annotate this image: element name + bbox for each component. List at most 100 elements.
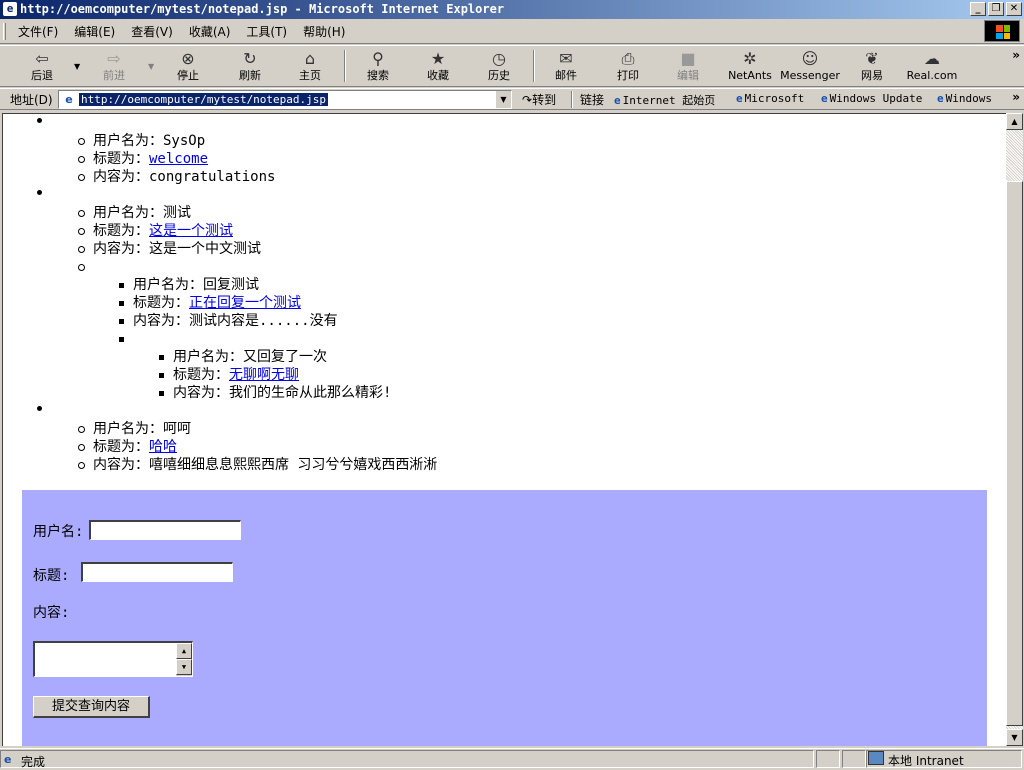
real-bubble-icon: ☁ [924,49,940,68]
home-button[interactable]: ⌂ 主页 [288,47,332,85]
stop-icon: ⊗ [181,49,195,68]
home-icon: ⌂ [304,49,316,68]
toolbar-separator [533,50,535,82]
print-button[interactable]: ⎙ 打印 [606,47,650,85]
link-windows[interactable]: e Windows [937,92,992,105]
post-content: 内容为：congratulations [75,168,993,186]
go-button[interactable]: ↷转到 [522,91,556,108]
netants-button[interactable]: ✲ NetAnts [724,47,776,85]
netease-button[interactable]: ❦ 网易 [850,47,894,85]
ie-link-icon: e [821,92,828,105]
reply-content: 内容为：测试内容是......没有 [115,312,993,330]
links-separator [571,91,573,108]
status-bar: e 完成 本地 Intranet [0,748,1024,769]
close-button[interactable]: ✕ [1006,2,1022,16]
username-input[interactable] [89,520,241,540]
post-list: 用户名为：SysOp 标题为：welcome 内容为：congratulatio… [3,114,993,474]
content-textarea[interactable]: ▲ ▼ [33,641,193,677]
post-form: 用户名: 标题: 内容: ▲ ▼ 提交查询内容 [22,490,987,746]
link-microsoft[interactable]: e Microsoft [736,92,804,105]
status-main: e 完成 [0,750,814,769]
reply-title: 标题为：正在回复一个测试 [115,294,993,312]
disc-bullet [37,118,42,123]
menu-view[interactable]: 查看(V) [123,23,181,40]
menu-file[interactable]: 文件(F) [10,23,66,40]
post-title: 标题为：哈哈 [75,438,993,456]
disc-bullet [37,406,42,411]
menu-help[interactable]: 帮助(H) [295,23,353,40]
menu-tools[interactable]: 工具(T) [238,23,295,40]
search-button[interactable]: ⚲ 搜索 [356,47,400,85]
windows-logo [984,20,1020,42]
real-button[interactable]: ☁ Real.com [904,47,960,85]
post-item: 用户名为：呵呵 标题为：哈哈 内容为：嘻嘻细细息息熙熙西席 习习兮兮嬉戏西西淅淅 [3,402,993,474]
post-title-link[interactable]: welcome [149,151,208,167]
stop-button[interactable]: ⊗ 停止 [166,47,210,85]
nested-reply-title: 标题为：无聊啊无聊 [155,366,993,384]
forward-dropdown-icon[interactable]: ▼ [148,62,154,71]
textarea-scrollbar[interactable]: ▲ ▼ [176,643,192,676]
ie-link-icon: e [937,92,944,105]
window-title-bar[interactable]: e http://oemcomputer/mytest/notepad.jsp … [0,0,1024,19]
nested-reply-content: 内容为：我们的生命从此那么精彩! [155,384,993,402]
address-input[interactable]: e http://oemcomputer/mytest/notepad.jsp … [58,90,512,109]
messenger-button[interactable]: ☺ Messenger [780,47,840,85]
go-arrow-icon: ↷ [522,93,533,107]
edit-button[interactable]: ■ 编辑 [666,47,710,85]
post-user: 用户名为：测试 [75,204,993,222]
link-internet-start[interactable]: e Internet 起始页 [614,92,715,108]
address-url[interactable]: http://oemcomputer/mytest/notepad.jsp [79,93,329,106]
menu-grip [3,23,6,40]
history-button[interactable]: ◷ 历史 [477,47,521,85]
scroll-up-arrow-icon[interactable]: ▲ [176,643,192,659]
page-scrollbar[interactable]: ▲ ▼ [1006,113,1023,746]
netease-icon: ❦ [865,49,879,68]
title-input[interactable] [81,562,233,582]
back-arrow-icon: ⇦ [35,49,49,68]
post-title: 标题为：welcome [75,150,993,168]
reply-title-link[interactable]: 正在回复一个测试 [189,295,301,311]
back-button[interactable]: ⇦ 后退 [20,47,64,85]
minimize-button[interactable]: _ [970,2,986,16]
scroll-down-arrow-icon[interactable]: ▼ [176,659,192,675]
favorites-folder-icon: ★ [430,49,446,68]
ie-link-icon: e [736,92,743,105]
forward-button[interactable]: ⇨ 前进 [92,47,136,85]
edit-icon: ■ [680,49,696,68]
reply-user: 用户名为：回复测试 [115,276,993,294]
favorites-button[interactable]: ★ 收藏 [416,47,460,85]
mail-button[interactable]: ✉ 邮件 [544,47,588,85]
printer-icon: ⎙ [621,49,635,68]
scroll-down-arrow-icon[interactable]: ▼ [1006,729,1023,746]
links-more-chevron-icon[interactable]: » [1012,90,1020,104]
link-windows-update[interactable]: e Windows Update [821,92,922,105]
menu-favorites[interactable]: 收藏(A) [181,23,239,40]
post-content: 内容为：嘻嘻细细息息熙熙西席 习习兮兮嬉戏西西淅淅 [75,456,993,474]
page-content: 用户名为：SysOp 标题为：welcome 内容为：congratulatio… [2,113,1006,746]
address-dropdown-icon[interactable]: ▼ [495,91,511,108]
toolbar-separator [344,50,346,82]
mail-icon: ✉ [559,49,573,68]
links-label[interactable]: 链接 [580,91,604,108]
security-zone-text: 本地 Intranet [888,754,964,768]
refresh-button[interactable]: ↻ 刷新 [228,47,272,85]
reply-item: 用户名为：回复测试 标题为：正在回复一个测试 内容为：测试内容是......没有… [75,258,993,402]
post-content: 内容为：这是一个中文测试 [75,240,993,258]
back-dropdown-icon[interactable]: ▼ [74,62,80,71]
history-clock-icon: ◷ [492,49,506,68]
toolbar-more-chevron-icon[interactable]: » [1012,48,1020,62]
post-title-link[interactable]: 哈哈 [149,439,177,455]
standard-toolbar: ⇦ 后退 ▼ ⇨ 前进 ▼ ⊗ 停止 ↻ 刷新 ⌂ 主页 ⚲ 搜索 ★ 收藏 ◷… [0,45,1024,87]
ie-app-icon[interactable]: e [3,2,17,16]
page-ie-icon: e [65,93,73,106]
submit-button[interactable]: 提交查询内容 [33,696,150,718]
maximize-button[interactable]: ❐ [988,2,1004,16]
nested-reply-title-link[interactable]: 无聊啊无聊 [229,367,299,383]
post-title: 标题为：这是一个测试 [75,222,993,240]
scroll-up-arrow-icon[interactable]: ▲ [1006,113,1023,130]
status-cell [842,750,866,768]
post-item: 用户名为：SysOp 标题为：welcome 内容为：congratulatio… [3,114,993,186]
post-title-link[interactable]: 这是一个测试 [149,223,233,239]
menu-edit[interactable]: 编辑(E) [66,23,123,40]
scrollbar-thumb[interactable] [1006,181,1023,726]
